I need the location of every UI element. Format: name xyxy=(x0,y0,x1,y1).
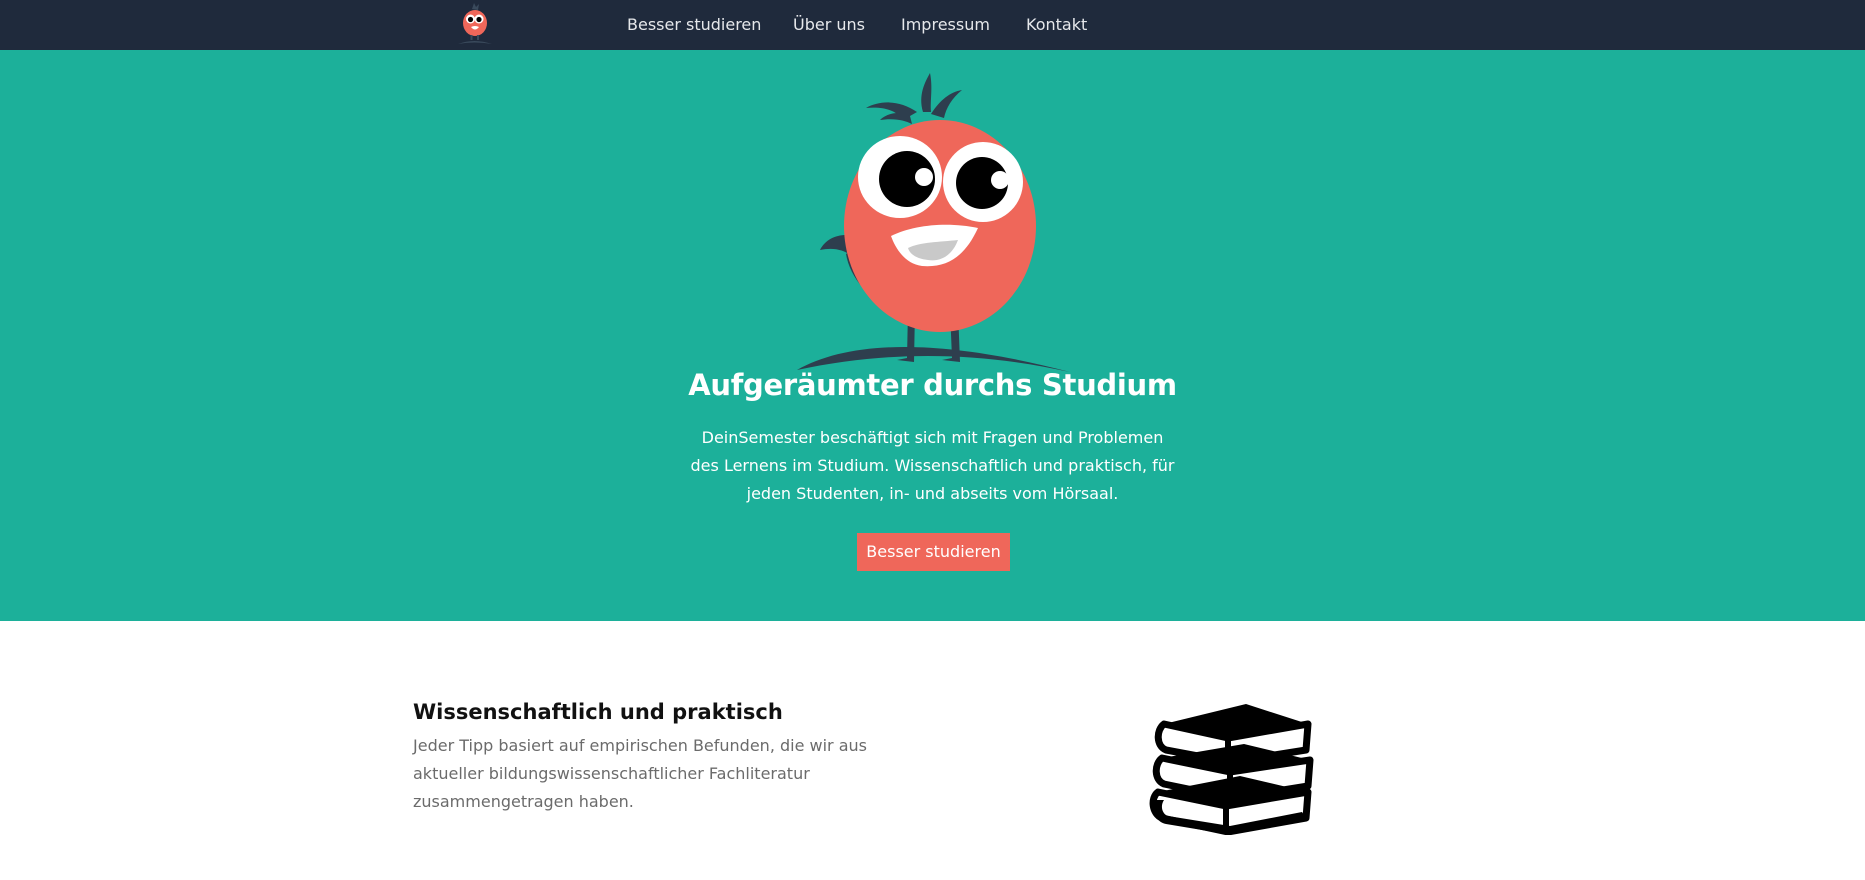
hero-description: DeinSemester beschäftigt sich mit Fragen… xyxy=(690,428,1175,503)
hero-section: Aufgeräumter durchs Studium DeinSemester… xyxy=(0,50,1865,621)
top-navbar: Besser studieren Über uns Impressum Kont… xyxy=(0,0,1865,50)
besser-studieren-button[interactable]: Besser studieren xyxy=(857,533,1010,571)
books-icon xyxy=(1149,704,1314,835)
nav-link-kontakt[interactable]: Kontakt xyxy=(1026,15,1087,34)
nav-link-besser-studieren[interactable]: Besser studieren xyxy=(627,15,761,34)
hero-title: Aufgeräumter durchs Studium xyxy=(688,368,1177,402)
feature-title: Wissenschaftlich und praktisch xyxy=(413,700,783,724)
nav-link-ueber-uns[interactable]: Über uns xyxy=(793,15,865,34)
mascot-logo-icon[interactable] xyxy=(452,2,496,46)
feature-description: Jeder Tipp basiert auf empirischen Befun… xyxy=(413,736,867,811)
nav-link-impressum[interactable]: Impressum xyxy=(901,15,990,34)
mascot-illustration xyxy=(797,73,1070,372)
